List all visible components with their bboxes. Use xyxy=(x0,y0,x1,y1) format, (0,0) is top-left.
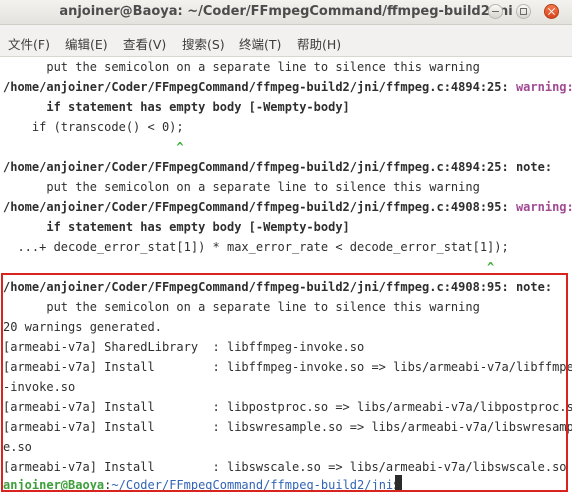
close-button[interactable] xyxy=(544,4,559,19)
terminal-line: put the semicolon on a separate line to … xyxy=(3,60,480,74)
terminal-line: if statement has empty body [-Wempty-bod… xyxy=(3,220,350,234)
terminal-line: ...+ decode_error_stat[1]) * max_error_r… xyxy=(3,240,509,254)
maximize-button[interactable] xyxy=(516,4,531,19)
minimize-button[interactable] xyxy=(488,4,503,19)
note-tag: note: xyxy=(515,160,553,174)
window-title: anjoiner@Baoya: ~/Coder/FFmpegCommand/ff… xyxy=(59,4,513,19)
menu-bar: 文件(F) 编辑(E) 查看(V) 搜索(S) 终端(T) 帮助(H) xyxy=(0,25,572,57)
menu-help[interactable]: 帮助(H) xyxy=(297,34,341,53)
terminal-line: put the semicolon on a separate line to … xyxy=(3,180,480,194)
menu-terminal[interactable]: 终端(T) xyxy=(239,34,281,53)
highlight-annotation-box xyxy=(1,273,568,492)
terminal-line: /home/anjoiner/Coder/FFmpegCommand/ffmpe… xyxy=(3,157,552,177)
menu-edit[interactable]: 编辑(E) xyxy=(65,34,108,53)
diagnostic-location: /home/anjoiner/Coder/FFmpegCommand/ffmpe… xyxy=(3,160,516,174)
menu-search[interactable]: 搜索(S) xyxy=(182,34,225,53)
menu-file[interactable]: 文件(F) xyxy=(8,34,50,53)
close-icon xyxy=(545,5,558,18)
caret-marker: ^ xyxy=(3,140,184,154)
window-titlebar[interactable]: anjoiner@Baoya: ~/Coder/FFmpegCommand/ff… xyxy=(0,0,572,25)
maximize-icon xyxy=(517,5,530,18)
diagnostic-location: /home/anjoiner/Coder/FFmpegCommand/ffmpe… xyxy=(3,80,516,94)
terminal-line: /home/anjoiner/Coder/FFmpegCommand/ffmpe… xyxy=(3,77,572,97)
diagnostic-location: /home/anjoiner/Coder/FFmpegCommand/ffmpe… xyxy=(3,200,516,214)
warning-tag: warning: xyxy=(515,80,572,94)
terminal-line: /home/anjoiner/Coder/FFmpegCommand/ffmpe… xyxy=(3,197,572,217)
terminal-line: if statement has empty body [-Wempty-bod… xyxy=(3,100,350,114)
minimize-icon xyxy=(489,5,502,18)
terminal-line: if (transcode() < 0); xyxy=(3,120,184,134)
menu-view[interactable]: 查看(V) xyxy=(123,34,166,53)
warning-tag: warning: xyxy=(515,200,572,214)
